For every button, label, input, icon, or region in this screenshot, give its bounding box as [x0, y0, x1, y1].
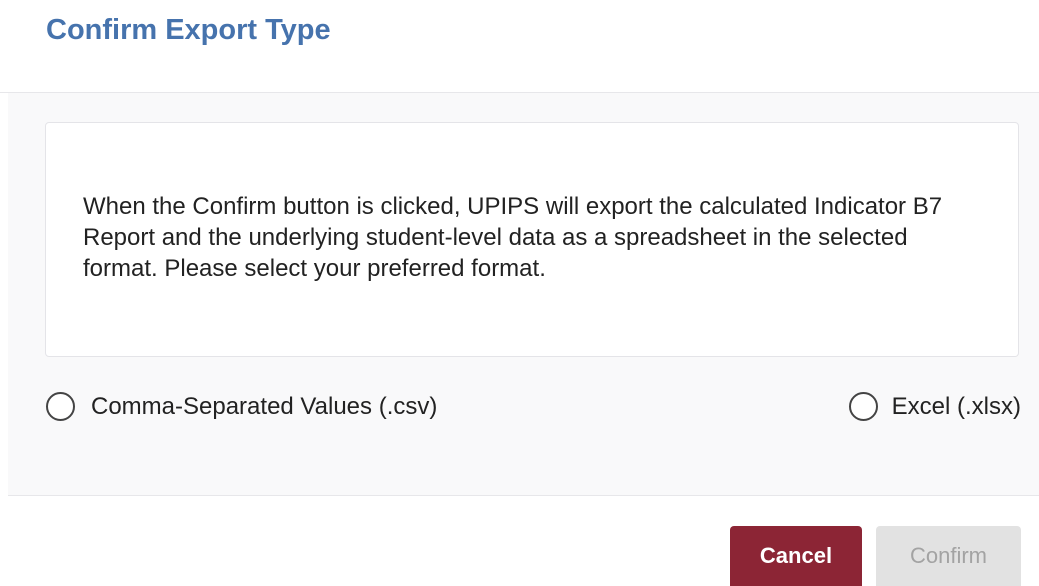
message-card: When the Confirm button is clicked, UPIP… [45, 122, 1019, 357]
confirm-button[interactable]: Confirm [876, 526, 1021, 586]
dialog-header: Confirm Export Type [0, 0, 1039, 93]
xlsx-radio-label[interactable]: Excel (.xlsx) [892, 391, 1021, 422]
csv-radio-label[interactable]: Comma-Separated Values (.csv) [91, 391, 437, 422]
csv-radio-option[interactable]: Comma-Separated Values (.csv) [46, 386, 437, 426]
dialog-title: Confirm Export Type [46, 14, 331, 46]
cancel-button[interactable]: Cancel [730, 526, 862, 586]
dialog-body: When the Confirm button is clicked, UPIP… [8, 93, 1039, 496]
xlsx-radio-option[interactable]: Excel (.xlsx) [848, 386, 1021, 426]
export-type-dialog: Confirm Export Type When the Confirm but… [0, 0, 1039, 586]
csv-radio-button[interactable] [46, 391, 75, 421]
xlsx-radio-button[interactable] [848, 391, 878, 421]
export-message: When the Confirm button is clicked, UPIP… [83, 193, 943, 282]
